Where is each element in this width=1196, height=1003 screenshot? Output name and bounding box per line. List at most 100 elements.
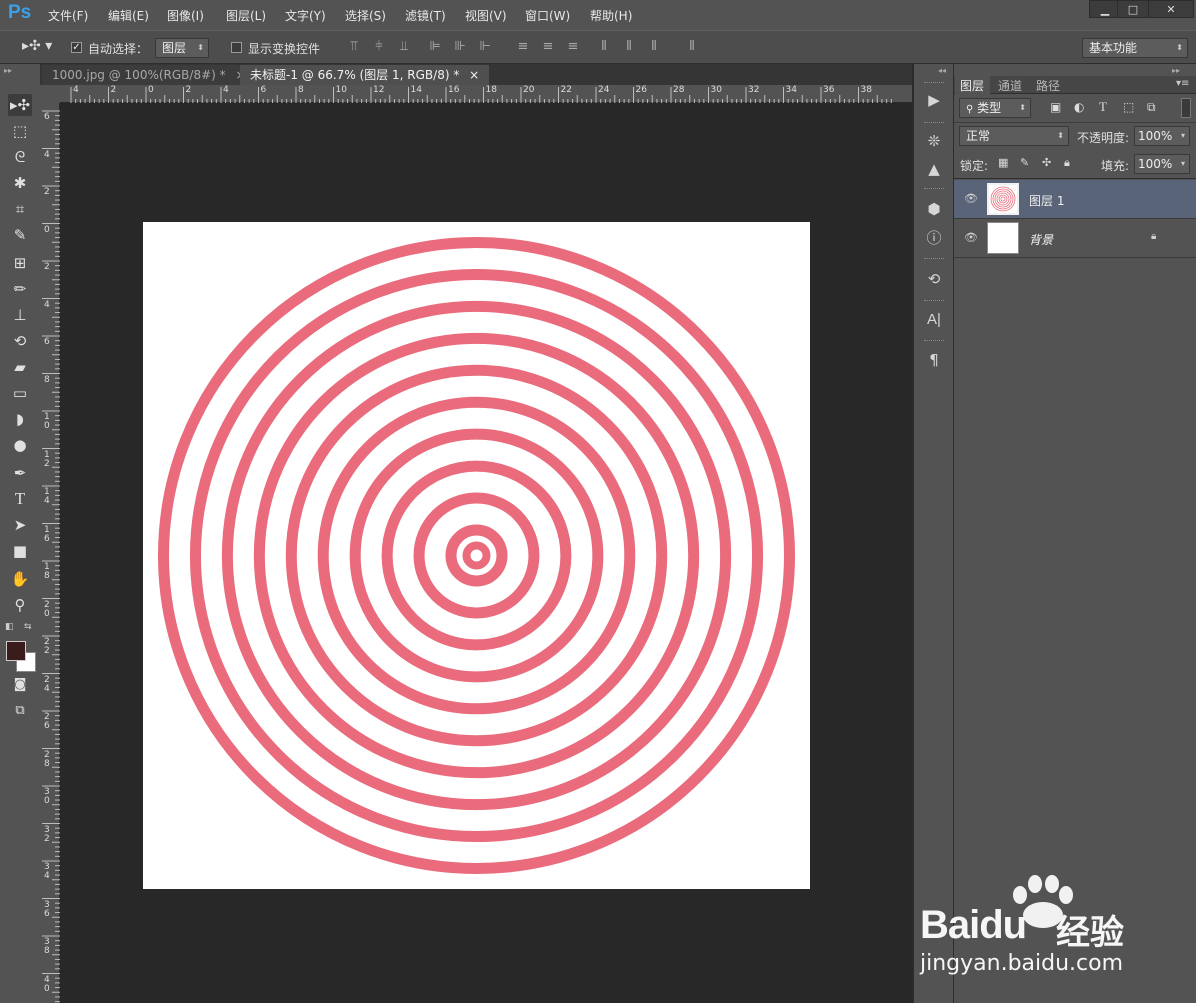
navigator-icon[interactable]: ❊ xyxy=(922,129,946,153)
clone-stamp-tool-icon[interactable]: ⊥ xyxy=(8,304,32,326)
lasso-tool-icon[interactable]: ᘓ xyxy=(8,146,32,168)
tab-layers[interactable]: 图层 xyxy=(960,77,984,94)
panel-grip[interactable] xyxy=(924,82,944,86)
vertical-ruler[interactable]: 6420246810121416182022242628303234363840 xyxy=(40,103,60,1003)
blur-tool-icon[interactable]: ◗ xyxy=(8,408,32,430)
move-tool-preset-icon[interactable]: ▸✣ ▾ xyxy=(22,38,52,54)
history-brush-tool-icon[interactable]: ⟲ xyxy=(8,330,32,352)
layer-row-background[interactable]: 👁︎ 背景 🔒︎ xyxy=(954,219,1196,258)
menu-window[interactable]: 窗口(W) xyxy=(525,7,570,24)
opacity-input[interactable]: 100% ▾ xyxy=(1134,126,1190,146)
distribute-hcenter-icon[interactable]: ⦀ xyxy=(621,39,637,55)
auto-align-icon[interactable]: ⦀ xyxy=(684,39,700,55)
crop-tool-icon[interactable]: ⌗ xyxy=(8,198,32,220)
hand-tool-icon[interactable]: ✋ xyxy=(8,568,32,590)
document-canvas[interactable] xyxy=(143,222,810,889)
filter-kind-dropdown[interactable]: ⚲ 类型 ⬍ xyxy=(959,98,1031,118)
distribute-bottom-icon[interactable]: ≡ xyxy=(565,39,581,55)
align-bottom-icon[interactable]: ⫫ xyxy=(396,39,412,55)
play-actions-icon[interactable]: ▶ xyxy=(922,88,946,112)
close-icon[interactable]: ✕ xyxy=(1148,0,1194,18)
eyedropper-tool-icon[interactable]: ✎ xyxy=(8,224,32,246)
distribute-vcenter-icon[interactable]: ≡ xyxy=(540,39,556,55)
menu-help[interactable]: 帮助(H) xyxy=(590,7,632,24)
foreground-color-swatch[interactable] xyxy=(6,641,26,661)
layer-row-layer-1[interactable]: 👁︎ 图层 1 xyxy=(954,180,1196,219)
tab-channels[interactable]: 通道 xyxy=(998,77,1022,94)
tab-untitled-1[interactable]: 未标题-1 @ 66.7% (图层 1, RGB/8) * × xyxy=(240,65,490,85)
menu-select[interactable]: 选择(S) xyxy=(345,7,386,24)
lock-pixels-icon[interactable]: ✎ xyxy=(1020,156,1029,169)
dodge-tool-icon[interactable]: ● xyxy=(8,434,32,456)
align-right-icon[interactable]: ⊩ xyxy=(477,39,493,55)
panel-grip[interactable] xyxy=(924,300,944,304)
tab-paths[interactable]: 路径 xyxy=(1036,77,1060,94)
lock-position-icon[interactable]: ✣ xyxy=(1042,156,1051,169)
brush-tool-icon[interactable]: ✏ xyxy=(8,278,32,300)
histogram-icon[interactable]: ▲ xyxy=(922,157,946,181)
distribute-left-icon[interactable]: ⦀ xyxy=(596,39,612,55)
3d-icon[interactable]: ⬢ xyxy=(922,197,946,221)
visibility-eye-icon[interactable]: 👁︎ xyxy=(964,192,978,206)
default-colors-icon[interactable]: ◧ xyxy=(5,622,14,632)
show-transform-checkbox[interactable] xyxy=(231,42,242,53)
pen-tool-icon[interactable]: ✒ xyxy=(8,462,32,484)
menu-file[interactable]: 文件(F) xyxy=(48,7,88,24)
layer-name[interactable]: 图层 1 xyxy=(1029,192,1064,209)
collapse-icon[interactable]: ▸▸ xyxy=(4,66,12,75)
distribute-right-icon[interactable]: ⦀ xyxy=(646,39,662,55)
menu-layer[interactable]: 图层(L) xyxy=(226,7,266,24)
filter-smart-object-icon[interactable]: ⧉ xyxy=(1147,100,1156,115)
type-tool-icon[interactable]: T xyxy=(8,488,32,510)
visibility-eye-icon[interactable]: 👁︎ xyxy=(964,231,978,245)
tab-close-icon[interactable]: × xyxy=(469,68,479,82)
align-top-icon[interactable]: ⫪ xyxy=(346,39,362,55)
workspace-dropdown[interactable]: 基本功能 ⬍ xyxy=(1082,38,1188,58)
panel-collapse-icon[interactable]: ▸▸ xyxy=(1172,66,1180,75)
panel-menu-icon[interactable]: ▾≡ xyxy=(1176,78,1189,89)
filter-adjustment-icon[interactable]: ◐ xyxy=(1074,100,1084,114)
filter-toggle-switch[interactable] xyxy=(1181,98,1191,118)
filter-type-icon[interactable]: T xyxy=(1099,99,1107,115)
blend-mode-dropdown[interactable]: 正常 ⬍ xyxy=(959,126,1069,146)
info-icon[interactable]: ⓘ xyxy=(922,226,946,250)
distribute-top-icon[interactable]: ≡ xyxy=(515,39,531,55)
screen-mode-icon[interactable]: ⧉ xyxy=(8,700,32,722)
auto-select-checkbox[interactable]: ✓ xyxy=(71,42,82,53)
zoom-tool-icon[interactable]: ⚲ xyxy=(8,594,32,616)
align-vcenter-icon[interactable]: ⫩ xyxy=(371,39,387,55)
filter-shape-icon[interactable]: ⬚ xyxy=(1123,100,1134,114)
quick-mask-icon[interactable]: ◙ xyxy=(8,674,32,696)
chevron-down-icon[interactable]: ▾ xyxy=(1181,127,1185,145)
horizontal-ruler[interactable]: 4 2 0 2 4 6 8 10 12 14 16 18 20 22 24 26 28 30 32 34 36 38 xyxy=(60,85,912,103)
menu-image[interactable]: 图像(I) xyxy=(167,7,204,24)
layer-name[interactable]: 背景 xyxy=(1029,231,1053,248)
menu-edit[interactable]: 编辑(E) xyxy=(108,7,149,24)
magic-wand-tool-icon[interactable]: ✱ xyxy=(8,172,32,194)
gradient-tool-icon[interactable]: ▭ xyxy=(8,382,32,404)
rectangle-tool-icon[interactable]: ■ xyxy=(8,540,32,562)
panel-grip[interactable] xyxy=(924,258,944,262)
paragraph-icon[interactable]: ¶ xyxy=(922,348,946,372)
align-hcenter-icon[interactable]: ⊪ xyxy=(452,39,468,55)
move-tool-icon[interactable]: ▸✣ xyxy=(8,94,32,116)
ruler-origin[interactable] xyxy=(40,85,60,103)
panel-grip[interactable] xyxy=(924,188,944,192)
menu-view[interactable]: 视图(V) xyxy=(465,7,507,24)
auto-select-target-dropdown[interactable]: 图层 ⬍ xyxy=(155,38,209,58)
path-selection-tool-icon[interactable]: ➤ xyxy=(8,514,32,536)
lock-all-icon[interactable]: 🔒︎ xyxy=(1064,156,1070,170)
character-icon[interactable]: A| xyxy=(922,308,946,332)
healing-brush-tool-icon[interactable]: ⊞ xyxy=(8,252,32,274)
chevron-down-icon[interactable]: ▾ xyxy=(1181,155,1185,173)
filter-pixel-icon[interactable]: ▣ xyxy=(1050,100,1061,114)
marquee-tool-icon[interactable]: ⬚ xyxy=(8,120,32,142)
swap-colors-icon[interactable]: ⇆ xyxy=(24,622,32,632)
menu-filter[interactable]: 滤镜(T) xyxy=(405,7,446,24)
lock-transparency-icon[interactable]: ▦ xyxy=(998,156,1008,169)
maximize-icon[interactable]: □ xyxy=(1117,0,1149,18)
fill-input[interactable]: 100% ▾ xyxy=(1134,154,1190,174)
history-icon[interactable]: ⟲ xyxy=(922,267,946,291)
panel-grip[interactable] xyxy=(924,122,944,126)
panel-grip[interactable] xyxy=(924,340,944,344)
